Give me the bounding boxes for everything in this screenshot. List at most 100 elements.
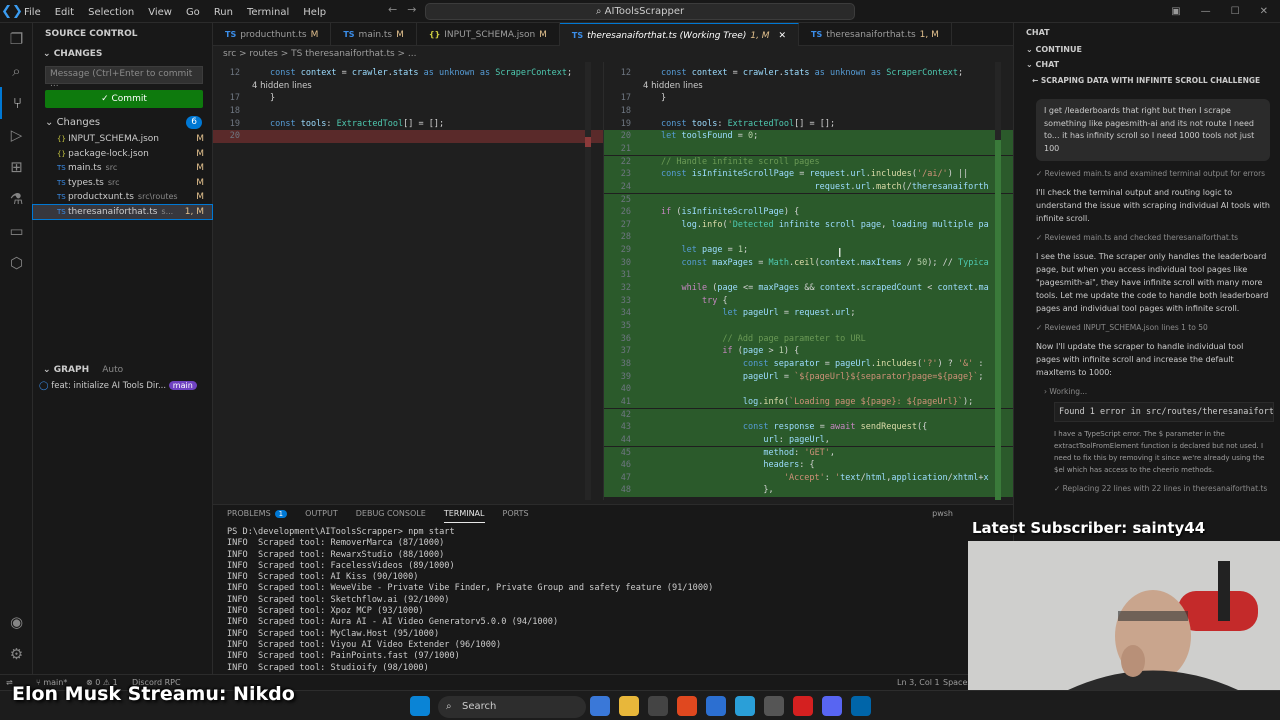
changed-file-item[interactable]: TS types.ts src M bbox=[33, 176, 212, 191]
line-number: 22 bbox=[620, 156, 631, 167]
editor-tab[interactable]: TS theresanaiforthat.ts 1, M bbox=[799, 23, 952, 46]
line-number: 42 bbox=[620, 409, 631, 420]
editor-tab[interactable]: TS producthunt.ts M bbox=[213, 23, 332, 46]
assistant-message: Now I'll update the scraper to handle in… bbox=[1036, 342, 1244, 377]
ts-file-icon: {} bbox=[428, 30, 441, 39]
docker-icon[interactable]: ⬡ bbox=[0, 247, 33, 279]
cursor-position[interactable]: Ln 3, Col 1 bbox=[897, 675, 940, 690]
terminal[interactable]: PS D:\development\AIToolsScrapper> npm s… bbox=[213, 523, 1013, 674]
maximize-icon[interactable]: ☐ bbox=[1231, 6, 1240, 17]
line-number: 39 bbox=[620, 371, 631, 382]
code-line: 38 const separator = pageUrl.includes('?… bbox=[604, 357, 1013, 371]
changed-file-item[interactable]: TS main.ts src M bbox=[33, 161, 212, 176]
layout-icon[interactable]: ▣ bbox=[1171, 6, 1180, 17]
code-text: }, bbox=[763, 485, 774, 496]
code-text: const tools: ExtractedTool[] = []; bbox=[661, 118, 836, 129]
extensions-icon[interactable]: ⊞ bbox=[0, 151, 33, 183]
menu-item-edit[interactable]: Edit bbox=[55, 7, 74, 18]
menu-item-selection[interactable]: Selection bbox=[88, 7, 134, 18]
terminal-app-icon[interactable] bbox=[648, 696, 668, 716]
command-center-search[interactable]: ⌕ AIToolsScrapper bbox=[425, 3, 855, 20]
file-name: {} INPUT_SCHEMA.json bbox=[57, 132, 163, 147]
settings-app-icon[interactable] bbox=[764, 696, 784, 716]
youtube-icon[interactable] bbox=[793, 696, 813, 716]
hidden-lines-fold[interactable]: 4 hidden lines bbox=[213, 80, 603, 93]
editor-tab[interactable]: {} INPUT_SCHEMA.json M bbox=[417, 23, 560, 46]
file-explorer-icon[interactable] bbox=[619, 696, 639, 716]
line-number: 46 bbox=[620, 460, 631, 471]
menu-item-go[interactable]: Go bbox=[186, 7, 200, 18]
panel-tab-problems[interactable]: PROBLEMS 1 bbox=[227, 505, 288, 523]
code-text: const response = await sendRequest({ bbox=[742, 422, 928, 433]
search-icon[interactable]: ⌕ bbox=[0, 55, 33, 87]
changes-section-header[interactable]: ⌄ CHANGES bbox=[33, 45, 212, 63]
panel-tab-ports[interactable]: PORTS bbox=[503, 505, 529, 523]
tab-label: theresanaiforthat.ts bbox=[826, 30, 916, 40]
changed-file-item[interactable]: TS theresanaiforthat.ts s... 1, M bbox=[32, 203, 213, 220]
assistant-message: I'll check the terminal output and routi… bbox=[1036, 188, 1270, 223]
scrollbar[interactable] bbox=[585, 62, 591, 500]
explorer-icon[interactable]: ❐ bbox=[0, 23, 33, 55]
terminal-shell-label[interactable]: pwsh bbox=[932, 505, 953, 523]
chat-section[interactable]: ⌄ CHAT bbox=[1014, 57, 1280, 73]
taskbar-search[interactable]: ⌕ Search bbox=[438, 696, 586, 718]
commit-message-input[interactable]: Message (Ctrl+Enter to commit ... bbox=[45, 66, 203, 89]
code-text: const isInfiniteScrollPage = request.url… bbox=[661, 169, 969, 180]
account-icon[interactable]: ◉ bbox=[0, 606, 33, 638]
terminal-output-line: INFO Scraped tool: Studioify (98/1000) bbox=[227, 662, 429, 673]
graph-commit-row[interactable]: ◯ feat: initialize AI Tools Dir... main bbox=[33, 379, 213, 393]
menu-item-terminal[interactable]: Terminal bbox=[247, 7, 289, 18]
editor-tab[interactable]: TS theresanaiforthat.ts (Working Tree) 1, … bbox=[559, 23, 799, 46]
nav-arrows[interactable]: ←→ bbox=[388, 3, 426, 16]
scrollbar-diff-marker bbox=[585, 137, 591, 147]
changed-file-item[interactable]: {} INPUT_SCHEMA.json M bbox=[33, 132, 212, 147]
run-debug-icon[interactable]: ▷ bbox=[0, 119, 33, 151]
tab-status: M bbox=[539, 30, 547, 40]
panel-tab-terminal[interactable]: TERMINAL bbox=[443, 505, 485, 523]
panel-tab-debug-console[interactable]: DEBUG CONSOLE bbox=[356, 505, 426, 523]
telegram-icon[interactable] bbox=[735, 696, 755, 716]
diff-original-pane[interactable]: 12 const context = crawler.stats as unkno… bbox=[213, 62, 603, 500]
minimize-icon[interactable]: — bbox=[1201, 6, 1211, 17]
remote-explorer-icon[interactable]: ▭ bbox=[0, 215, 33, 247]
commit-button[interactable]: ✓ Commit bbox=[45, 90, 203, 108]
code-line: 35 bbox=[604, 320, 1013, 333]
graph-section-header[interactable]: ⌄ GRAPH Auto bbox=[33, 361, 213, 379]
code-text: method: 'GET', bbox=[763, 447, 836, 458]
diff-modified-pane[interactable]: 12 const context = crawler.stats as unkno… bbox=[603, 62, 1013, 500]
testing-icon[interactable]: ⚗ bbox=[0, 183, 33, 215]
panel-tab-output[interactable]: OUTPUT bbox=[305, 505, 338, 523]
changed-file-item[interactable]: {} package-lock.json M bbox=[33, 147, 212, 162]
store-icon[interactable] bbox=[706, 696, 726, 716]
discord-icon[interactable] bbox=[822, 696, 842, 716]
menu-item-view[interactable]: View bbox=[148, 7, 172, 18]
brave-browser-icon[interactable] bbox=[677, 696, 697, 716]
file-path: src\routes bbox=[137, 192, 178, 201]
code-text: try { bbox=[701, 295, 728, 306]
file-label: theresanaiforthat.ts bbox=[67, 206, 158, 217]
changed-file-item[interactable]: TS productхunt.ts src\routes M bbox=[33, 190, 212, 205]
close-icon[interactable]: ✕ bbox=[1260, 6, 1268, 17]
close-icon[interactable]: ✕ bbox=[776, 31, 786, 41]
menu-item-help[interactable]: Help bbox=[303, 7, 326, 18]
menu-item-run[interactable]: Run bbox=[214, 7, 233, 18]
code-text: let toolsFound = 0; bbox=[661, 131, 759, 142]
source-control-icon[interactable]: ⑂ bbox=[0, 87, 33, 119]
code-line: 48 }, bbox=[604, 484, 1013, 498]
changes-group[interactable]: ⌄ Changes 6 bbox=[33, 114, 212, 132]
continue-section[interactable]: ⌄ CONTINUE bbox=[1014, 43, 1280, 57]
line-number: 24 bbox=[620, 181, 631, 192]
editor-tab[interactable]: TS main.ts M bbox=[331, 23, 417, 46]
breadcrumb[interactable]: src > routes > TS theresanaiforthat.ts >… bbox=[213, 46, 1013, 62]
menu-item-file[interactable]: File bbox=[24, 7, 41, 18]
windows-start-icon[interactable] bbox=[410, 696, 430, 716]
file-label: package-lock.json bbox=[68, 148, 149, 159]
copilot-icon[interactable] bbox=[590, 696, 610, 716]
settings-gear-icon[interactable]: ⚙ bbox=[0, 638, 33, 670]
line-number: 20 bbox=[620, 131, 631, 142]
file-name: TS theresanaiforthat.ts s... bbox=[57, 205, 173, 220]
vscode-taskbar-icon[interactable] bbox=[851, 696, 871, 716]
hidden-lines-fold[interactable]: 4 hidden lines bbox=[604, 80, 1013, 93]
line-number: 30 bbox=[620, 257, 631, 268]
